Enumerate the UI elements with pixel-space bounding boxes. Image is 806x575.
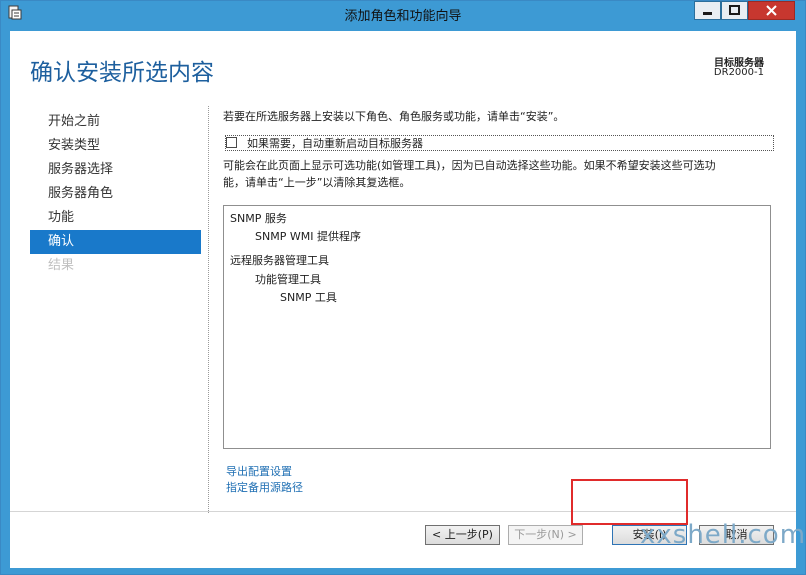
- nav-item-before-you-begin[interactable]: 开始之前: [30, 110, 201, 134]
- install-highlight-box: [571, 479, 688, 525]
- maximize-icon: [729, 5, 740, 15]
- list-item: SNMP 服务: [230, 212, 287, 225]
- previous-button[interactable]: < 上一步(P): [425, 525, 500, 545]
- maximize-button[interactable]: [721, 1, 748, 20]
- optional-features-note: 可能会在此页面上显示可选功能(如管理工具)，因为已自动选择这些功能。如果不希望安…: [223, 157, 783, 191]
- list-item: SNMP 工具: [280, 291, 337, 304]
- next-button: 下一步(N) >: [508, 525, 583, 545]
- export-config-link[interactable]: 导出配置设置: [226, 463, 292, 479]
- restart-checkbox-label[interactable]: 如果需要，自动重新启动目标服务器: [247, 135, 423, 151]
- nav-item-confirmation[interactable]: 确认: [30, 230, 201, 254]
- list-item: 功能管理工具: [255, 273, 321, 286]
- intro-text: 若要在所选服务器上安装以下角色、角色服务或功能，请单击“安装”。: [223, 110, 565, 123]
- close-button[interactable]: [748, 1, 795, 20]
- target-server-name: DR2000-1: [713, 67, 764, 78]
- list-item: SNMP WMI 提供程序: [255, 230, 361, 243]
- nav-item-features[interactable]: 功能: [30, 206, 201, 230]
- nav-item-results: 结果: [48, 258, 75, 273]
- alternate-source-link[interactable]: 指定备用源路径: [226, 479, 303, 495]
- restart-checkbox[interactable]: [226, 137, 237, 148]
- window-title: 添加角色和功能向导: [344, 9, 462, 24]
- nav-item-server-roles[interactable]: 服务器角色: [30, 182, 201, 206]
- minimize-icon: [703, 12, 712, 15]
- minimize-button[interactable]: [694, 1, 721, 20]
- restart-option[interactable]: 如果需要，自动重新启动目标服务器: [225, 135, 774, 151]
- watermark: xxshell.com: [640, 520, 806, 550]
- close-icon: [766, 5, 777, 16]
- title-bar[interactable]: 添加角色和功能向导: [1, 1, 805, 25]
- nav-item-server-selection[interactable]: 服务器选择: [30, 158, 201, 182]
- list-item: 远程服务器管理工具: [230, 254, 329, 267]
- page-title: 确认安装所选内容: [30, 60, 214, 86]
- nav-item-installation-type[interactable]: 安装类型: [30, 134, 201, 158]
- wizard-nav: 开始之前 安装类型 服务器选择 服务器角色 功能 确认 结果: [30, 110, 201, 278]
- note-line-2: 能，请单击“上一步”以清除其复选框。: [223, 176, 411, 189]
- nav-divider: [208, 106, 209, 513]
- feature-list[interactable]: SNMP 服务 SNMP WMI 提供程序 远程服务器管理工具 功能管理工具 S…: [223, 205, 771, 449]
- note-line-1: 可能会在此页面上显示可选功能(如管理工具)，因为已自动选择这些功能。如果不希望安…: [223, 159, 716, 172]
